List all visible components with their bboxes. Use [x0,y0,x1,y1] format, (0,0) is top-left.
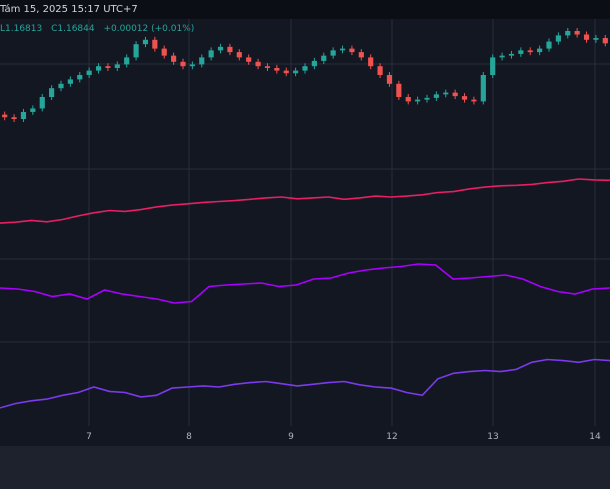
x-tick-label: 7 [86,432,92,442]
candle-body [49,88,55,97]
candle-body [152,39,158,49]
candle-body [199,57,205,65]
candle-body [274,67,280,71]
candle-body [377,66,383,75]
candle-body [39,97,45,109]
candle-body [574,31,580,35]
candle-body [452,92,458,97]
candle-body [11,117,17,119]
candle-body [499,55,505,58]
candle-body [368,57,374,67]
candle-body [537,48,543,53]
candle-body [480,75,486,102]
candle-body [583,34,590,40]
candle-body [518,50,524,54]
x-tick-label: 8 [186,432,192,442]
candle-body [386,75,393,84]
candle-body [2,114,8,118]
candle-body [396,83,402,97]
candle-body [358,52,364,58]
candle-body [236,52,242,58]
chart-grid [0,19,610,426]
candle-body [208,50,214,58]
candle-body [95,66,102,71]
candle-body [142,39,149,45]
price-chart[interactable] [0,19,610,426]
candle-body [302,66,308,71]
candle-body [264,66,271,68]
candle-body [161,48,167,56]
x-tick-label: 12 [386,432,398,442]
candle-body [593,38,599,40]
candle-body [405,97,411,102]
candle-body [424,97,430,100]
candle-body [602,38,608,44]
candle-body [114,64,120,68]
candle-body [339,48,346,51]
candle-body [58,83,64,89]
candle-body [189,64,195,67]
candle-body [527,50,533,53]
crosshair-date: Tám 15, 2025 15:17 UTC+7 [0,4,138,15]
candle-body [443,92,449,95]
candle-body [461,96,468,100]
candle-body [30,108,36,112]
candle-body [227,46,233,53]
candle-body [20,111,27,119]
series-line-1 [0,178,610,224]
candle-body [415,99,421,102]
candle-body [124,57,130,65]
candle-body [246,57,252,62]
candle-body [171,55,177,62]
candle-body [555,35,561,42]
x-tick-label: 13 [487,432,499,442]
candle-body [77,75,83,80]
candle-body [86,70,92,75]
bottom-toolbar [0,446,610,489]
series-line-3 [0,358,610,409]
candle-body [433,94,439,98]
candle-body [293,70,299,74]
candle-body [330,50,336,56]
candle-body [255,61,261,67]
candle-body [133,44,139,58]
candle-body [67,79,73,84]
candle-body [217,46,224,51]
candle-body [349,48,355,53]
candle-body [471,99,477,102]
x-tick-label: 9 [288,432,294,442]
candle-body [546,41,552,49]
candle-body [105,66,111,68]
chart-series [0,28,610,409]
candle-body [490,57,496,75]
candle-body [311,60,317,67]
candle-body [565,31,571,36]
candle-body [508,53,515,56]
candle-body [283,70,289,74]
x-tick-label: 14 [589,432,601,442]
candle-body [321,55,327,61]
candle-body [180,61,186,67]
series-line-2 [0,263,610,304]
